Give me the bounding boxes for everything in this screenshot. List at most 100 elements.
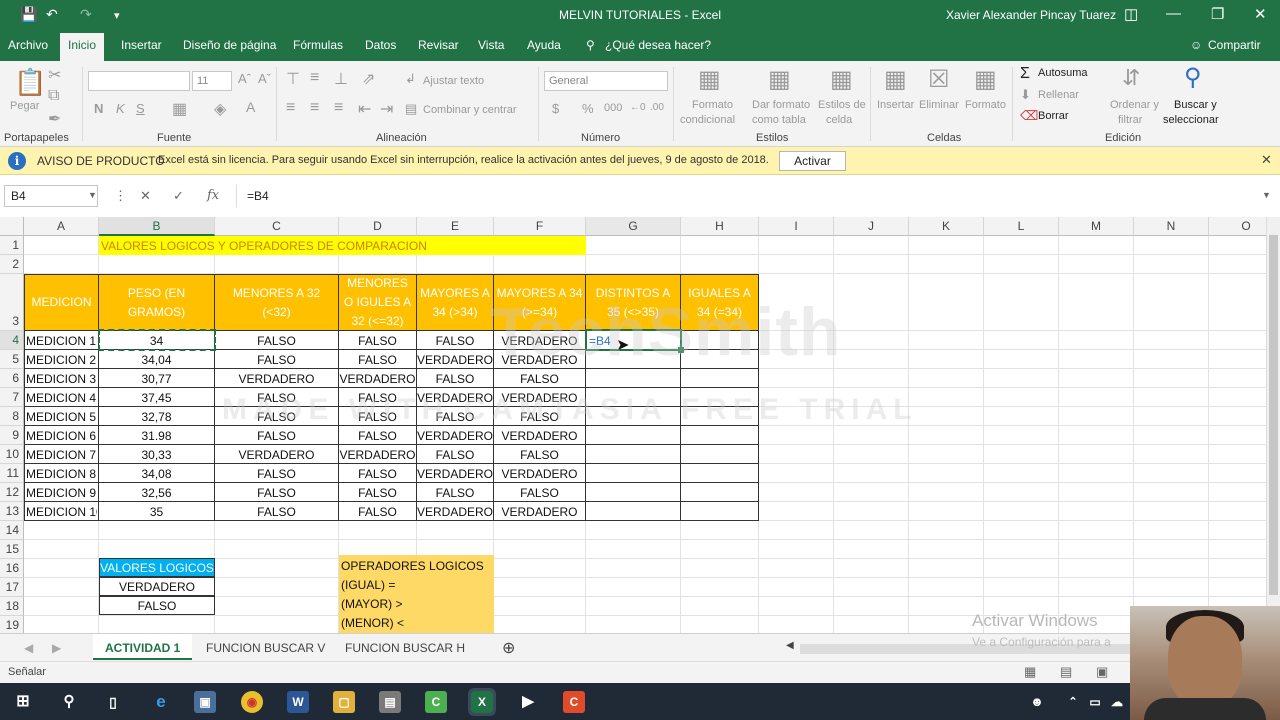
find-select-label-1[interactable]: Buscar y	[1174, 99, 1217, 111]
name-box[interactable]: B4	[4, 185, 98, 207]
operator-less[interactable]: (MENOR) <	[341, 616, 491, 630]
media-app-icon[interactable]: ▤	[379, 691, 401, 713]
column-header-o[interactable]: O	[1209, 217, 1266, 236]
table-cell[interactable]: FALSO	[215, 505, 338, 519]
row-header-7[interactable]: 7	[0, 388, 24, 407]
wrap-text-icon[interactable]: ↲	[405, 71, 416, 87]
file-explorer-icon[interactable]: ▢	[333, 691, 355, 713]
header-medicion[interactable]: MEDICION	[24, 274, 99, 331]
table-format-label-1[interactable]: Dar formato	[752, 99, 810, 111]
italic-icon[interactable]: K	[116, 101, 125, 116]
table-cell[interactable]: 32,56	[99, 486, 214, 500]
maximize-icon[interactable]: ❐	[1211, 5, 1224, 23]
table-cell[interactable]: MEDICION 7	[26, 448, 97, 462]
column-header-c[interactable]: C	[215, 217, 339, 236]
delete-cells-button[interactable]: Eliminar	[919, 99, 959, 111]
merge-center-button[interactable]: Combinar y centrar	[423, 104, 517, 116]
table-cell[interactable]: FALSO	[339, 429, 416, 443]
table-cell[interactable]: VERDADERO	[417, 467, 493, 481]
table-cell[interactable]: FALSO	[417, 486, 493, 500]
cell-styles-label-1[interactable]: Estilos de	[818, 99, 866, 111]
conditional-format-label-2[interactable]: condicional	[680, 114, 735, 126]
row-header-1[interactable]: 1	[0, 236, 24, 255]
paste-button[interactable]: Pegar	[10, 100, 39, 112]
table-cell[interactable]: VERDADERO	[417, 505, 493, 519]
table-cell[interactable]: 31.98	[99, 429, 214, 443]
column-header-h[interactable]: H	[681, 217, 759, 236]
table-cell[interactable]: 32,78	[99, 410, 214, 424]
format-cells-icon[interactable]: ▦	[974, 65, 997, 94]
fill-icon[interactable]: ⬇	[1020, 87, 1031, 103]
table-cell[interactable]: FALSO	[494, 486, 585, 500]
table-cell[interactable]: MEDICION 10	[26, 505, 97, 519]
table-cell[interactable]: MEDICION 5	[26, 410, 97, 424]
search-icon[interactable]: ⚲	[58, 691, 80, 713]
font-size-box[interactable]: 11	[192, 71, 232, 91]
tab-archivo[interactable]: Archivo	[8, 38, 48, 52]
row-header-8[interactable]: 8	[0, 407, 24, 426]
table-cell[interactable]: FALSO	[417, 372, 493, 386]
row-header-18[interactable]: 18	[0, 597, 24, 616]
header-menores-32[interactable]: MENORES A 32 (<32)	[214, 274, 339, 331]
select-all-corner[interactable]	[0, 217, 24, 236]
table-cell[interactable]: VERDADERO	[215, 448, 338, 462]
tab-insertar[interactable]: Insertar	[121, 38, 162, 52]
people-icon[interactable]: ☻	[1026, 691, 1048, 713]
table-cell[interactable]: MEDICION 1	[26, 334, 97, 348]
table-cell[interactable]: 34,04	[99, 353, 214, 367]
header-mayores-iguales-34[interactable]: MAYORES A 34 (>=34)	[493, 274, 586, 331]
clear-icon[interactable]: ⌫	[1020, 108, 1038, 124]
windows-start-icon[interactable]: ⊞	[12, 691, 34, 713]
chrome-icon[interactable]: ◉	[241, 691, 263, 713]
row-header-14[interactable]: 14	[0, 521, 24, 540]
sheet-tab-actividad-1[interactable]: ACTIVIDAD 1	[93, 634, 193, 660]
enter-entry-icon[interactable]: ✓	[173, 188, 184, 204]
tab-diseno-pagina[interactable]: Diseño de página	[183, 38, 276, 52]
borders-icon[interactable]: ▦	[172, 99, 187, 119]
align-bottom-icon[interactable]: ⊥	[334, 69, 348, 89]
table-cell[interactable]: MEDICION 6	[26, 429, 97, 443]
table-cell[interactable]: 30,77	[99, 372, 214, 386]
word-icon[interactable]: W	[287, 691, 309, 713]
store-icon[interactable]: ▣	[194, 691, 216, 713]
clear-button[interactable]: Borrar	[1038, 110, 1069, 122]
operators-header[interactable]: OPERADORES LOGICOS	[341, 559, 491, 573]
number-format-box[interactable]: General	[544, 71, 668, 91]
tab-ayuda[interactable]: Ayuda	[527, 38, 561, 52]
vertical-scrollbar[interactable]	[1266, 217, 1280, 633]
format-painter-icon[interactable]: ✒	[48, 109, 61, 129]
font-color-icon[interactable]: A	[246, 99, 255, 115]
sort-filter-label-2[interactable]: filtrar	[1118, 114, 1142, 126]
table-cell[interactable]: FALSO	[339, 410, 416, 424]
header-peso[interactable]: PESO (EN GRAMOS)	[98, 274, 215, 331]
camtasia-studio-icon[interactable]: C	[563, 691, 585, 713]
table-cell[interactable]: VERDADERO	[494, 353, 585, 367]
table-cell[interactable]: VERDADERO	[494, 391, 585, 405]
table-cell[interactable]: FALSO	[339, 353, 416, 367]
table-cell[interactable]: VERDADERO	[494, 505, 585, 519]
sort-filter-label-1[interactable]: Ordenar y	[1110, 99, 1159, 111]
logic-value-true[interactable]: VERDADERO	[99, 577, 215, 596]
row-header-19[interactable]: 19	[0, 616, 24, 633]
row-header-13[interactable]: 13	[0, 502, 24, 521]
table-cell[interactable]: 30,33	[99, 448, 214, 462]
column-header-j[interactable]: J	[834, 217, 909, 236]
sheet-tab-buscar-v[interactable]: FUNCION BUSCAR V	[206, 641, 325, 655]
decrease-indent-icon[interactable]: ⇤	[358, 99, 371, 119]
add-sheet-icon[interactable]: ⊕	[502, 638, 515, 658]
table-cell[interactable]: FALSO	[494, 448, 585, 462]
edge-icon[interactable]: e	[150, 691, 172, 713]
column-header-f[interactable]: F	[494, 217, 586, 236]
column-header-l[interactable]: L	[984, 217, 1059, 236]
battery-icon[interactable]: ▭	[1084, 691, 1106, 713]
table-cell[interactable]: VERDADERO	[494, 467, 585, 481]
format-cells-button[interactable]: Formato	[965, 99, 1006, 111]
logic-value-false[interactable]: FALSO	[99, 596, 215, 615]
header-distintos-35[interactable]: DISTINTOS A 35 (<>35)	[585, 274, 681, 331]
table-cell[interactable]: FALSO	[215, 429, 338, 443]
insert-function-icon[interactable]: fx	[207, 188, 219, 203]
table-cell[interactable]: 34,08	[99, 467, 214, 481]
align-right-icon[interactable]: ≡	[334, 99, 343, 117]
hscroll-left-icon[interactable]: ◀	[786, 640, 794, 651]
row-header-10[interactable]: 10	[0, 445, 24, 464]
